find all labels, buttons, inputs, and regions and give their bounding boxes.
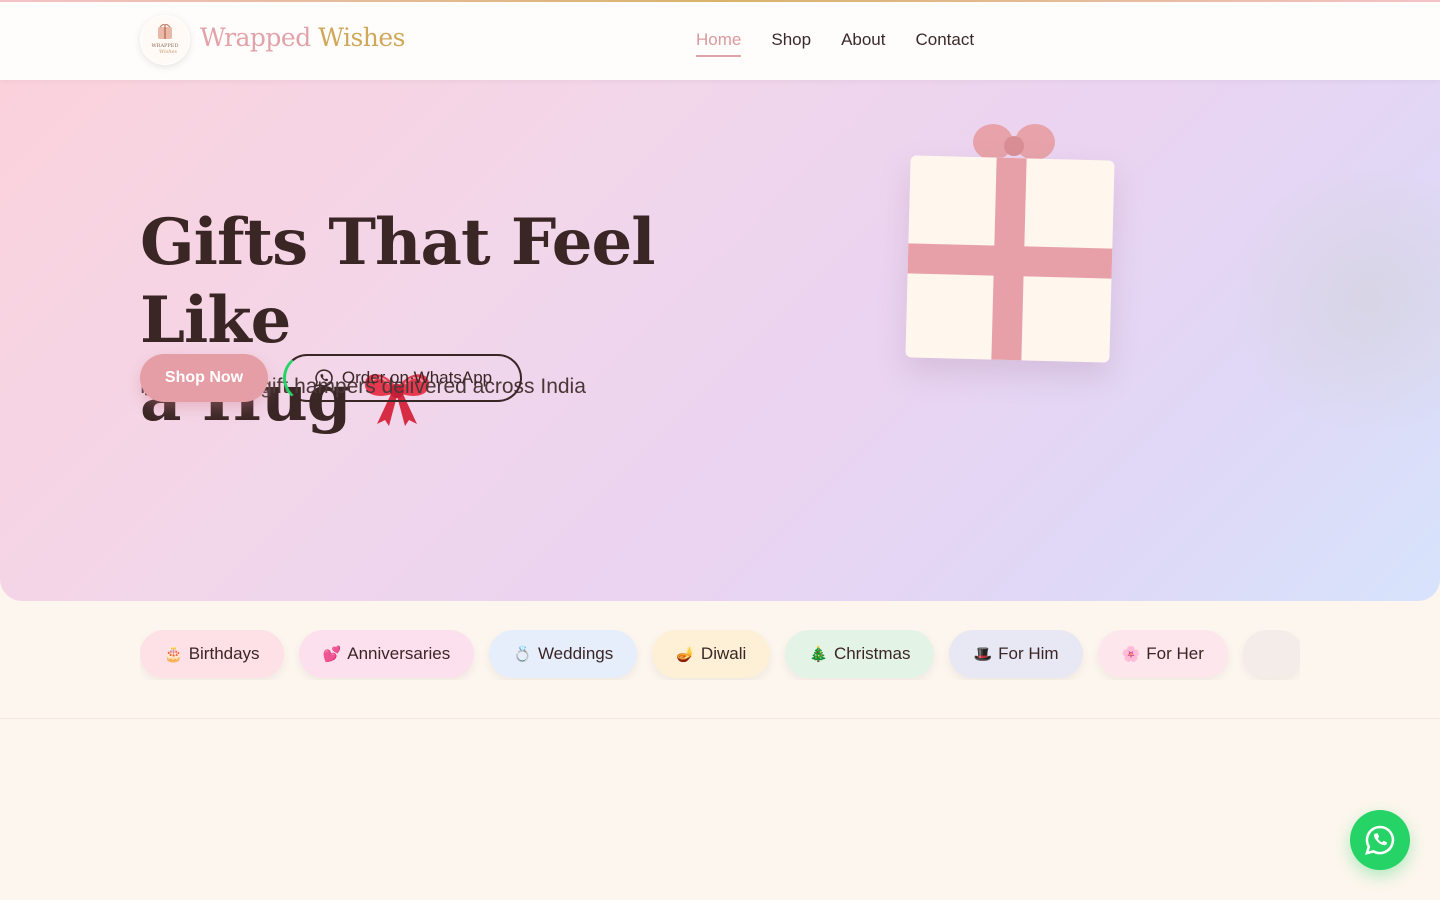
category-chip[interactable]: 🎂 Birthdays xyxy=(140,630,284,678)
category-chip-icon: 🎄 xyxy=(809,646,828,663)
hero-title-line1: Gifts That Feel Like xyxy=(140,205,656,358)
hero-section: Gifts That Feel Like a Hug Handcrafted g… xyxy=(0,80,1440,601)
category-chip-icon: 🎩 xyxy=(973,646,993,663)
nav-shop[interactable]: Shop xyxy=(771,30,811,57)
whatsapp-float-button[interactable] xyxy=(1350,810,1410,870)
hero-title: Gifts That Feel Like a Hug xyxy=(140,204,780,438)
category-chip-label: Weddings xyxy=(537,644,614,663)
top-accent-line xyxy=(0,0,1440,2)
category-chip-label: For Him xyxy=(998,644,1059,663)
nav-home[interactable]: Home xyxy=(696,30,742,57)
category-chip[interactable]: 🪔 Diwali xyxy=(652,630,771,678)
shop-now-button[interactable]: Shop Now xyxy=(140,354,268,402)
category-chip[interactable] xyxy=(1242,630,1300,678)
gift-ribbon-horizontal xyxy=(907,243,1113,279)
collections-section xyxy=(0,719,1440,900)
main-nav: Home Shop About Contact xyxy=(696,30,974,57)
category-chip-icon: 🪔 xyxy=(676,646,695,663)
category-chip[interactable]: 🌸 For Her xyxy=(1097,630,1228,678)
order-whatsapp-button[interactable]: Order on WhatsApp xyxy=(283,354,522,402)
category-chip-icon: 💕 xyxy=(322,646,342,663)
category-chip-label: Diwali xyxy=(700,644,747,663)
category-chip[interactable]: 🎩 For Him xyxy=(949,630,1083,678)
brand-logo[interactable]: WRAPPED Wishes xyxy=(140,15,190,65)
hero-decor-blob xyxy=(1220,170,1440,430)
whatsapp-float-icon xyxy=(1365,825,1395,855)
svg-text:Wishes: Wishes xyxy=(159,49,177,55)
category-chip[interactable]: 💕 Anniversaries xyxy=(298,630,475,678)
category-chips: 🎂 Birthdays 💕 Anniversaries 💍 Weddings 🪔 Diwali… xyxy=(140,630,1300,680)
category-chip[interactable]: 🎄 Christmas xyxy=(785,630,935,678)
brand-name[interactable]: Wrapped Wishes xyxy=(200,23,405,52)
nav-about[interactable]: About xyxy=(841,30,885,57)
category-chip-label: Christmas xyxy=(833,644,911,663)
category-chip-icon: 🌸 xyxy=(1121,646,1141,663)
category-chip-label: Anniversaries xyxy=(347,644,451,663)
nav-contact[interactable]: Contact xyxy=(916,30,975,57)
site-header: WRAPPED Wishes Wrapped Wishes Home Shop … xyxy=(0,0,1440,80)
order-whatsapp-label: Order on WhatsApp xyxy=(341,368,493,387)
category-chip[interactable]: 💍 Weddings xyxy=(489,630,638,678)
brand-name-part1: Wrapped xyxy=(200,23,311,52)
category-chip-label: For Her xyxy=(1146,644,1204,663)
category-chip-icon: 💍 xyxy=(513,646,532,663)
whatsapp-icon xyxy=(314,369,333,387)
gift-box-illustration xyxy=(905,155,1115,363)
category-chip-label: Birthdays xyxy=(188,644,260,663)
logo-badge-icon: WRAPPED Wishes xyxy=(141,16,189,64)
category-chip-icon: 🎂 xyxy=(164,646,183,663)
brand-name-part2: Wishes xyxy=(318,23,405,52)
